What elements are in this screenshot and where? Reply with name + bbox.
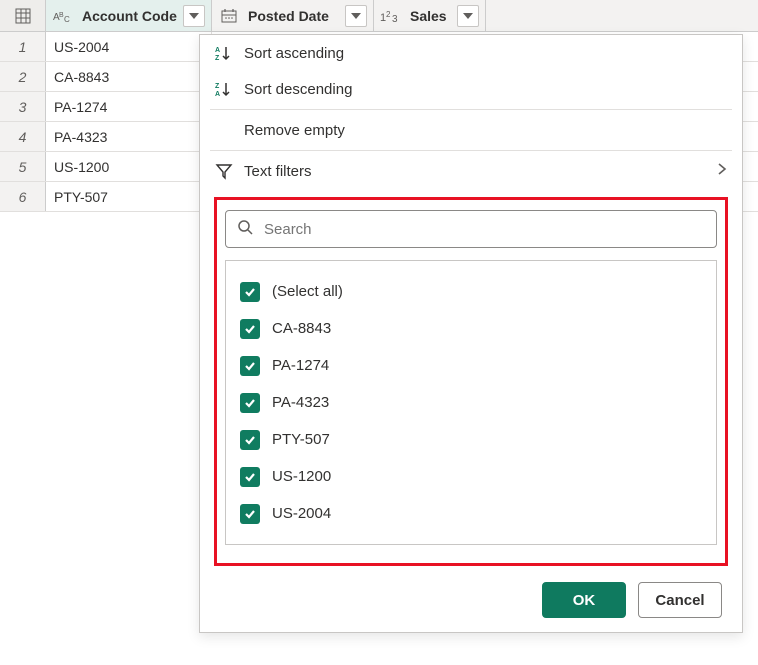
text-filters[interactable]: Text filters (200, 153, 742, 189)
svg-text:A: A (215, 91, 220, 98)
column-name: Account Code (82, 8, 177, 24)
sort-asc-icon: A Z (214, 44, 234, 62)
filter-value-item[interactable]: US-2004 (240, 495, 702, 532)
checkbox-checked[interactable] (240, 282, 260, 302)
filter-value-label: US-2004 (272, 505, 331, 522)
number-type-icon: 1 2 3 (378, 8, 404, 24)
svg-text:A: A (215, 47, 220, 54)
filter-value-item[interactable]: (Select all) (240, 273, 702, 310)
checkbox-checked[interactable] (240, 356, 260, 376)
filter-value-item[interactable]: US-1200 (240, 458, 702, 495)
filter-search-box[interactable] (225, 210, 717, 248)
cell-account-code[interactable]: PTY-507 (46, 182, 212, 211)
chevron-down-icon (351, 13, 361, 19)
filter-value-label: PA-4323 (272, 394, 329, 411)
row-index[interactable]: 5 (0, 152, 46, 181)
cell-account-code[interactable]: PA-1274 (46, 92, 212, 121)
search-input[interactable] (262, 220, 706, 239)
chevron-down-icon (189, 13, 199, 19)
row-index[interactable]: 4 (0, 122, 46, 151)
date-type-icon (216, 8, 242, 24)
text-type-icon: A B C (50, 8, 76, 24)
filter-value-item[interactable]: PTY-507 (240, 421, 702, 458)
filter-checklist: (Select all) CA-8843 PA-1274 PA-4323 PTY-507… (225, 260, 717, 545)
row-index[interactable]: 6 (0, 182, 46, 211)
filter-value-item[interactable]: CA-8843 (240, 310, 702, 347)
column-name: Sales (410, 8, 451, 24)
filter-value-label: US-1200 (272, 468, 331, 485)
menu-separator (210, 150, 732, 151)
cell-account-code[interactable]: US-2004 (46, 32, 212, 61)
row-index[interactable]: 2 (0, 62, 46, 91)
cancel-button[interactable]: Cancel (638, 582, 722, 618)
filter-value-label: PA-1274 (272, 357, 329, 374)
column-header-posted-date[interactable]: Posted Date (212, 0, 374, 31)
filter-value-item[interactable]: PA-1274 (240, 347, 702, 384)
filter-values-highlight: (Select all) CA-8843 PA-1274 PA-4323 PTY-507… (214, 197, 728, 566)
search-icon (236, 218, 254, 241)
checkbox-checked[interactable] (240, 319, 260, 339)
svg-text:C: C (64, 15, 70, 24)
column-header-account-code[interactable]: A B C Account Code (46, 0, 212, 31)
menu-separator (210, 109, 732, 110)
column-header-sales[interactable]: 1 2 3 Sales (374, 0, 486, 31)
svg-text:3: 3 (392, 14, 398, 24)
ok-button[interactable]: OK (542, 582, 626, 618)
checkbox-checked[interactable] (240, 393, 260, 413)
checkbox-checked[interactable] (240, 504, 260, 524)
sort-desc-icon: Z A (214, 80, 234, 98)
remove-empty[interactable]: Remove empty (200, 112, 742, 148)
button-label: OK (573, 592, 596, 609)
svg-text:2: 2 (386, 10, 391, 19)
menu-label: Remove empty (244, 122, 345, 139)
column-name: Posted Date (248, 8, 339, 24)
filter-value-label: CA-8843 (272, 320, 331, 337)
cell-account-code[interactable]: PA-4323 (46, 122, 212, 151)
button-label: Cancel (655, 592, 704, 609)
filter-dropdown-panel: A Z Sort ascending Z A Sort descending R… (199, 34, 743, 633)
column-filter-dropdown[interactable] (457, 5, 479, 27)
chevron-right-icon (716, 162, 728, 180)
svg-text:Z: Z (215, 83, 220, 90)
menu-label: Text filters (244, 163, 312, 180)
row-index[interactable]: 1 (0, 32, 46, 61)
menu-label: Sort descending (244, 81, 352, 98)
sort-ascending[interactable]: A Z Sort ascending (200, 35, 742, 71)
column-filter-dropdown[interactable] (183, 5, 205, 27)
checkbox-checked[interactable] (240, 467, 260, 487)
filter-value-item[interactable]: PA-4323 (240, 384, 702, 421)
cell-account-code[interactable]: US-1200 (46, 152, 212, 181)
svg-text:Z: Z (215, 55, 220, 62)
filter-value-label: PTY-507 (272, 431, 330, 448)
select-all-table-icon[interactable] (0, 0, 46, 31)
filter-value-label: (Select all) (272, 283, 343, 300)
row-index[interactable]: 3 (0, 92, 46, 121)
menu-label: Sort ascending (244, 45, 344, 62)
column-filter-dropdown[interactable] (345, 5, 367, 27)
chevron-down-icon (463, 13, 473, 19)
cell-account-code[interactable]: CA-8843 (46, 62, 212, 91)
filter-icon (214, 162, 234, 180)
sort-descending[interactable]: Z A Sort descending (200, 71, 742, 107)
checkbox-checked[interactable] (240, 430, 260, 450)
